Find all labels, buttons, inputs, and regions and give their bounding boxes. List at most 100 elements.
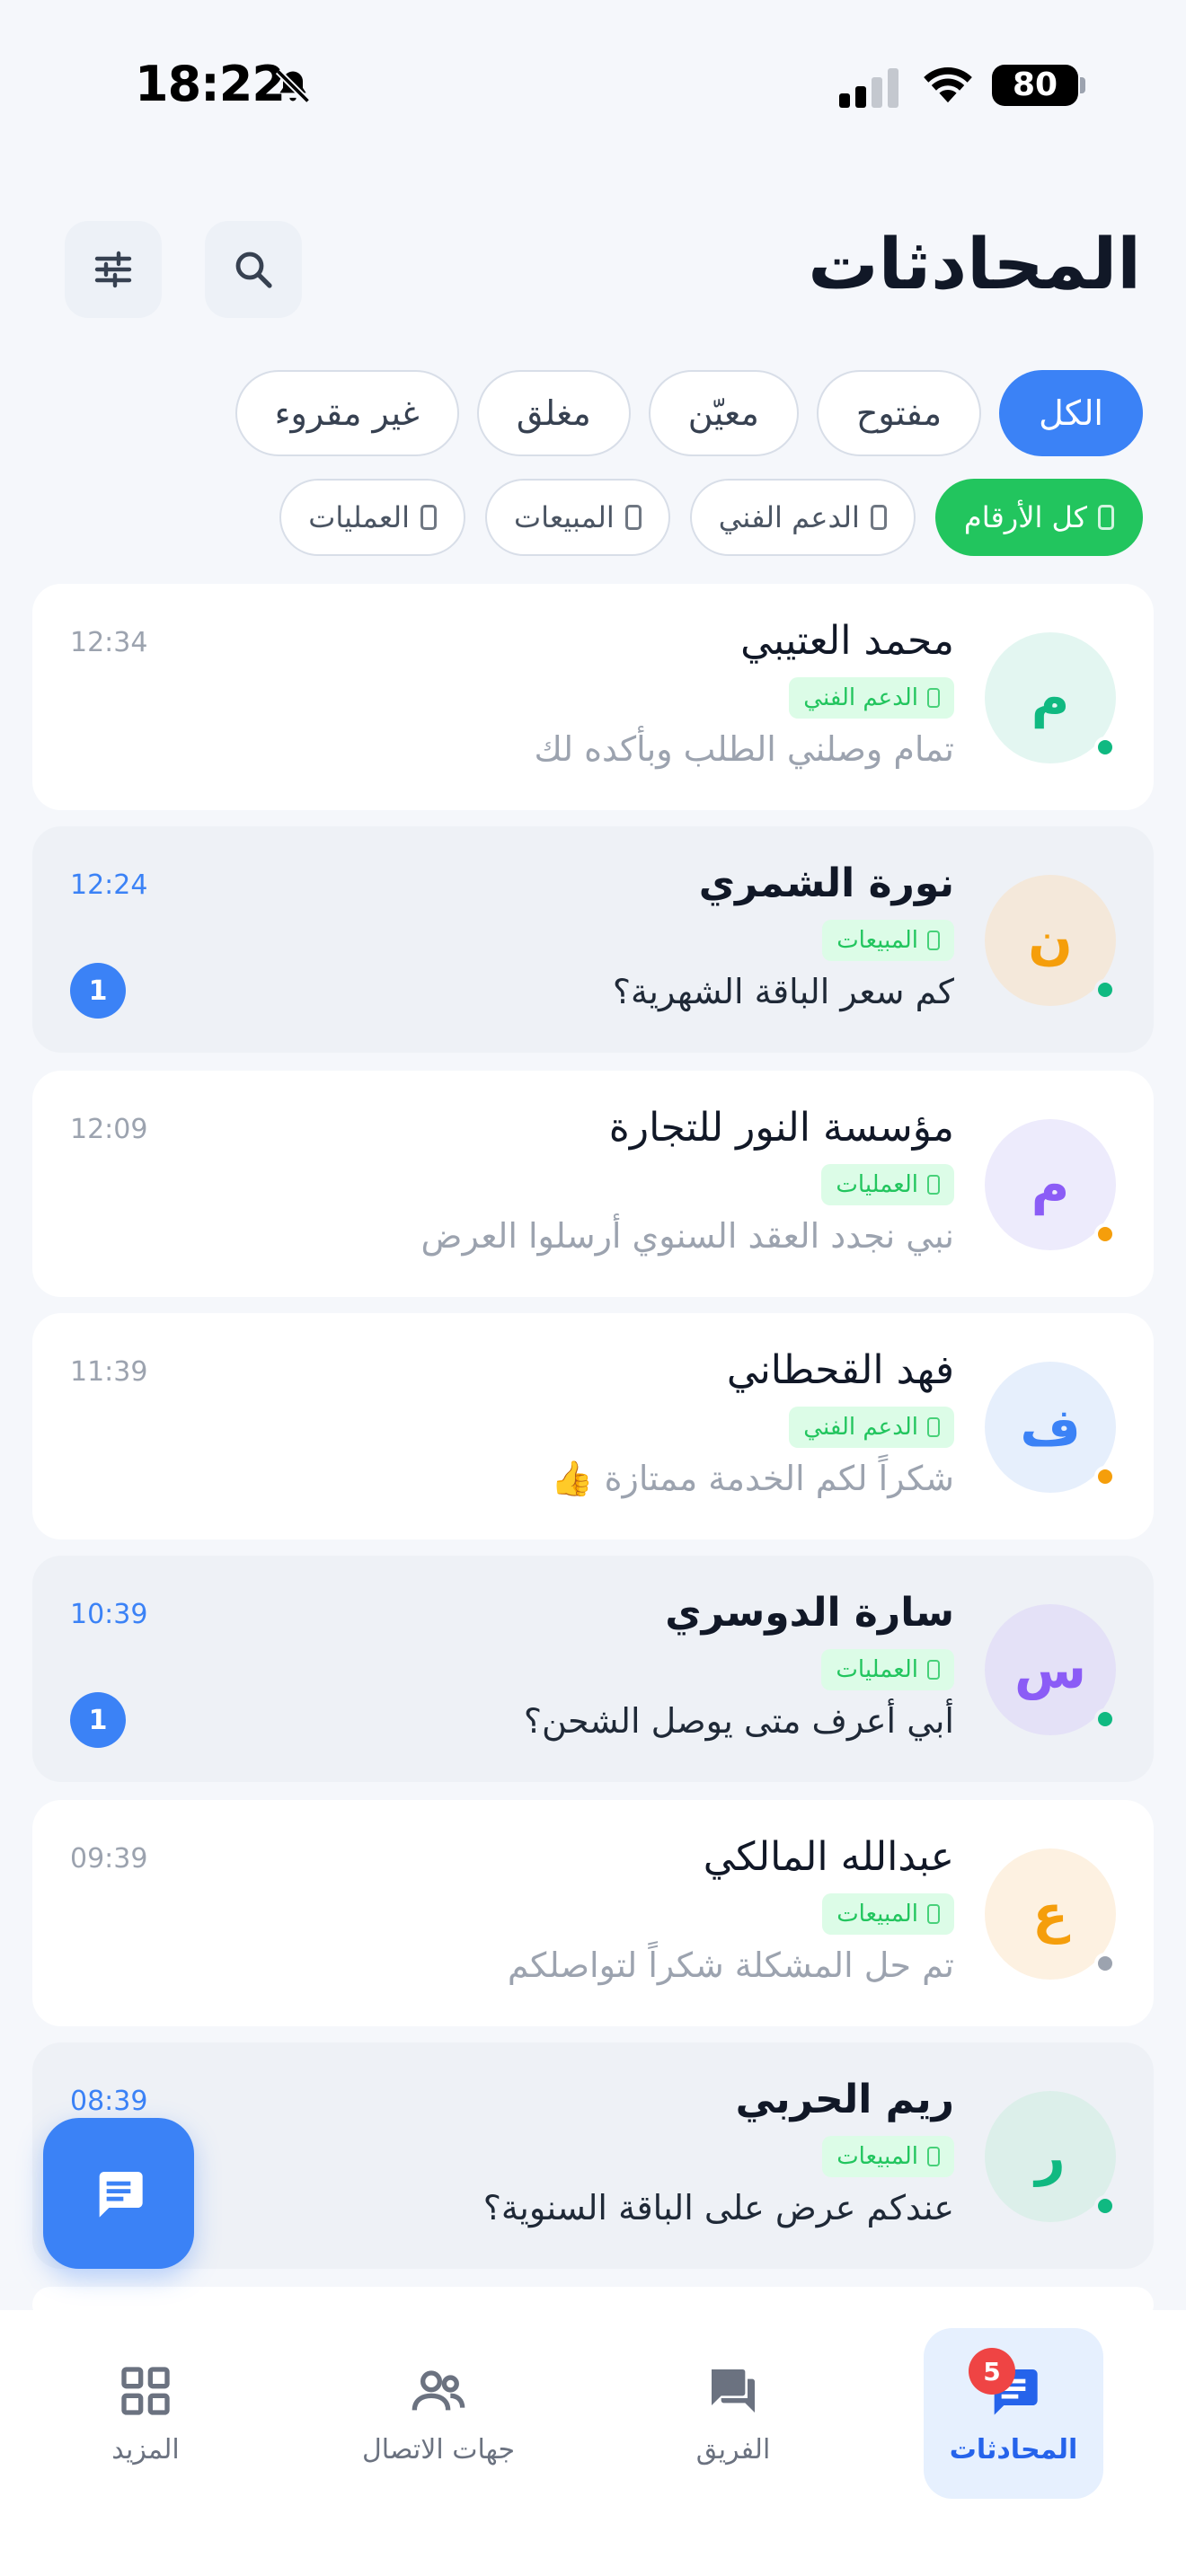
- message-time: 12:24: [70, 869, 148, 901]
- line-tag: الدعم الفني: [789, 1407, 954, 1448]
- line-chip-sales[interactable]: المبيعات: [484, 479, 670, 556]
- presence-dot: [1094, 1953, 1116, 1974]
- nav-team[interactable]: الفريق: [661, 2328, 805, 2499]
- message-time: 12:34: [70, 627, 148, 658]
- message-time: 11:39: [70, 1356, 148, 1388]
- nav-conversations[interactable]: المحادثات 5: [924, 2328, 1103, 2499]
- bell-muted-icon: [275, 68, 311, 104]
- grid-icon: [121, 2366, 170, 2415]
- contact-name: ريم الحربي: [735, 2077, 954, 2122]
- phone-icon: [1098, 505, 1114, 530]
- message-preview: تمام وصلني الطلب وبأكده لك: [534, 729, 954, 769]
- wifi-icon: [924, 67, 972, 103]
- phone-icon: [927, 931, 940, 950]
- message-preview: نبي نجدد العقد السنوي أرسلوا العرض: [420, 1216, 955, 1256]
- phone-icon: [927, 688, 940, 708]
- phone-icon: [624, 505, 642, 530]
- line-chip-support[interactable]: الدعم الفني: [689, 479, 916, 556]
- battery-indicator: 80: [992, 65, 1085, 106]
- filter-chip-unread[interactable]: غير مقروء: [235, 370, 459, 456]
- line-tag-label: الدعم الفني: [803, 1414, 918, 1441]
- line-tag: المبيعات: [822, 2136, 954, 2177]
- conversation-row[interactable]: ف فهد القحطاني الدعم الفني شكراً لكم الخ…: [32, 1313, 1154, 1539]
- line-tag: المبيعات: [822, 1893, 954, 1935]
- filter-chip-open[interactable]: مفتوح: [816, 370, 982, 456]
- phone-icon: [927, 1904, 940, 1924]
- line-tag: العمليات: [821, 1649, 954, 1690]
- status-time: 18:22: [135, 56, 286, 112]
- conversation-row[interactable]: ر ريم الحربي المبيعات عندكم عرض على البا…: [32, 2042, 1154, 2269]
- contact-name: مؤسسة النور للتجارة: [608, 1105, 954, 1151]
- people-icon: [412, 2369, 465, 2411]
- forum-icon: [712, 2369, 755, 2413]
- line-chip-all[interactable]: كل الأرقام: [934, 479, 1143, 556]
- page-title: المحادثات: [808, 225, 1141, 305]
- phone-icon: [420, 505, 437, 530]
- presence-dot: [1094, 979, 1116, 1001]
- search-icon: [235, 251, 272, 288]
- nav-label: المزيد: [111, 2433, 180, 2466]
- line-tag-label: المبيعات: [836, 1901, 918, 1928]
- line-tag: الدعم الفني: [789, 677, 954, 719]
- line-tag-label: المبيعات: [836, 927, 918, 954]
- nav-more[interactable]: المزيد: [86, 2328, 205, 2499]
- nav-label: الفريق: [695, 2433, 771, 2466]
- line-tag-label: الدعم الفني: [803, 684, 918, 711]
- line-chip-label: العمليات: [308, 500, 410, 534]
- message-preview: شكراً لكم الخدمة ممتازة 👍: [551, 1459, 954, 1498]
- line-chip-label: كل الأرقام: [963, 500, 1087, 534]
- phone-icon: [927, 1417, 940, 1437]
- conversation-row[interactable]: ع عبدالله المالكي المبيعات تم حل المشكلة…: [32, 1800, 1154, 2026]
- presence-dot: [1094, 1708, 1116, 1730]
- filter-chip-closed[interactable]: مغلق: [476, 370, 631, 456]
- line-tag-label: العمليات: [836, 1656, 918, 1683]
- nav-label: جهات الاتصال: [361, 2433, 516, 2466]
- line-tag-label: العمليات: [836, 1171, 918, 1198]
- nav-contacts[interactable]: جهات الاتصال: [345, 2328, 532, 2499]
- message-time: 10:39: [70, 1599, 148, 1630]
- line-chip-label: المبيعات: [513, 500, 615, 534]
- chat-message-icon: [99, 2172, 143, 2218]
- message-preview: كم سعر الباقة الشهرية؟: [612, 972, 954, 1011]
- unread-badge: 1: [70, 963, 126, 1019]
- search-button[interactable]: [205, 221, 302, 318]
- message-time: 12:09: [70, 1114, 148, 1145]
- message-preview: تم حل المشكلة شكراً لتواصلكم: [507, 1945, 954, 1985]
- new-conversation-button[interactable]: [43, 2118, 194, 2269]
- conversation-row[interactable]: م مؤسسة النور للتجارة العمليات نبي نجدد …: [32, 1071, 1154, 1297]
- contact-name: فهد القحطاني: [726, 1347, 954, 1393]
- filter-chip-all[interactable]: الكل: [999, 370, 1143, 456]
- conversation-row[interactable]: س سارة الدوسري العمليات أبي أعرف متى يوص…: [32, 1556, 1154, 1782]
- message-preview: عندكم عرض على الباقة السنوية؟: [482, 2188, 954, 2228]
- notification-badge: 5: [969, 2348, 1015, 2395]
- line-chip-operations[interactable]: العمليات: [279, 479, 465, 556]
- conversation-row[interactable]: ن نورة الشمري المبيعات كم سعر الباقة الش…: [32, 826, 1154, 1053]
- phone-icon: [870, 505, 887, 530]
- line-chip-label: الدعم الفني: [718, 500, 860, 534]
- presence-dot: [1094, 737, 1116, 758]
- line-tag: المبيعات: [822, 920, 954, 961]
- message-time: 08:39: [70, 2086, 148, 2117]
- contact-name: محمد العتيبي: [740, 618, 954, 664]
- contact-name: سارة الدوسري: [665, 1590, 954, 1636]
- status-filter-chips: الكل مفتوح معيّن مغلق غير مقروء: [235, 370, 1143, 456]
- line-filter-chips: كل الأرقام الدعم الفني المبيعات العمليات: [279, 479, 1143, 556]
- contact-name: عبدالله المالكي: [703, 1834, 954, 1880]
- unread-badge: 1: [70, 1692, 126, 1748]
- line-tag-label: المبيعات: [836, 2143, 918, 2170]
- phone-icon: [927, 1175, 940, 1195]
- line-tag: العمليات: [821, 1164, 954, 1205]
- presence-dot: [1094, 1223, 1116, 1245]
- cellular-signal-icon: [839, 68, 898, 108]
- phone-icon: [927, 1660, 940, 1680]
- filter-settings-button[interactable]: [65, 221, 162, 318]
- presence-dot: [1094, 1466, 1116, 1487]
- message-preview: أبي أعرف متى يوصل الشحن؟: [523, 1701, 954, 1741]
- sliders-icon: [94, 251, 132, 288]
- phone-icon: [927, 2147, 940, 2166]
- status-bar: 18:22 80: [0, 0, 1186, 171]
- bottom-navigation: المحادثات 5 الفريق جهات الاتصال المزيد: [0, 2310, 1186, 2576]
- conversation-row[interactable]: م محمد العتيبي الدعم الفني تمام وصلني ال…: [32, 584, 1154, 810]
- presence-dot: [1094, 2195, 1116, 2217]
- filter-chip-assigned[interactable]: معيّن: [648, 370, 799, 456]
